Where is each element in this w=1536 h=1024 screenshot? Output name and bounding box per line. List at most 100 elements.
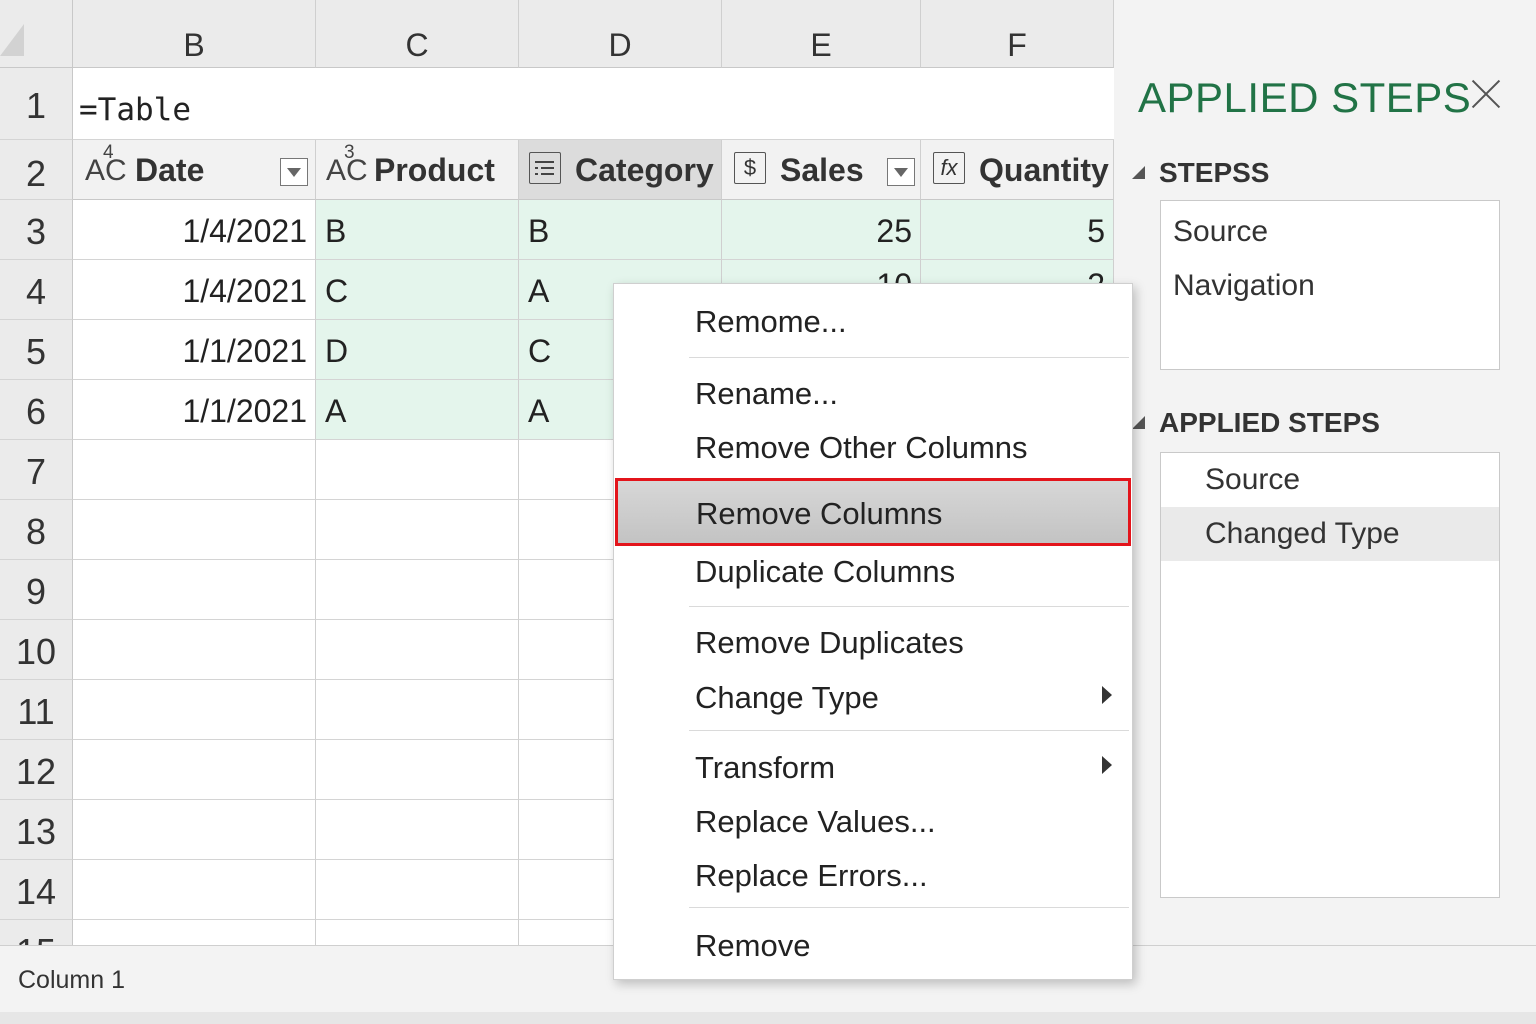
select-all-corner[interactable] xyxy=(0,0,73,68)
text-type-icon[interactable]: A4C xyxy=(85,142,127,188)
menu-item-rename[interactable]: Rename... xyxy=(614,365,1132,419)
row-header-11[interactable]: 11 xyxy=(0,680,73,740)
header-quantity-label: Quantity xyxy=(979,152,1109,188)
submenu-arrow-icon xyxy=(1102,756,1112,774)
menu-item-remome[interactable]: Remome... xyxy=(614,293,1132,347)
filter-dropdown-icon[interactable] xyxy=(280,158,308,186)
row-header-2[interactable]: 2 xyxy=(0,140,73,200)
collapse-triangle-icon[interactable] xyxy=(1132,416,1145,429)
text-type-icon[interactable]: A3C xyxy=(326,142,368,188)
status-text: Column 1 xyxy=(18,966,125,994)
cell-product[interactable]: B xyxy=(316,200,519,260)
menu-item-transform[interactable]: Transform xyxy=(614,739,1132,793)
menu-item-replace-errors[interactable]: Replace Errors... xyxy=(614,847,1132,901)
row-header-6[interactable]: 6 xyxy=(0,380,73,440)
row-header-5[interactable]: 5 xyxy=(0,320,73,380)
empty-cell[interactable] xyxy=(316,860,519,920)
empty-cell[interactable] xyxy=(73,560,316,620)
menu-item-remove[interactable]: Remove xyxy=(614,917,1132,971)
column-header-b[interactable]: B xyxy=(73,0,316,68)
formula-type-icon[interactable]: fx xyxy=(933,152,965,184)
row-header-10[interactable]: 10 xyxy=(0,620,73,680)
section-label: APPLIED STEPS xyxy=(1159,407,1380,438)
menu-item-remove-columns[interactable]: Remove Columns xyxy=(615,478,1131,546)
row-header-15[interactable]: 15 xyxy=(0,920,73,945)
window-bottom-edge xyxy=(0,1012,1536,1024)
header-product[interactable]: A3C Product xyxy=(316,140,519,200)
table-icon[interactable] xyxy=(529,152,561,184)
empty-cell[interactable] xyxy=(73,800,316,860)
currency-type-icon[interactable]: $ xyxy=(734,152,766,184)
empty-cell[interactable] xyxy=(73,920,316,945)
row-header-13[interactable]: 13 xyxy=(0,800,73,860)
section-header-applied-steps[interactable]: APPLIED STEPS xyxy=(1132,407,1380,439)
cell-product[interactable]: C xyxy=(316,260,519,320)
collapse-triangle-icon[interactable] xyxy=(1132,166,1145,179)
row-header-9[interactable]: 9 xyxy=(0,560,73,620)
empty-cell[interactable] xyxy=(316,440,519,500)
cell-date[interactable]: 1/4/2021 xyxy=(73,200,316,260)
header-sales-label: Sales xyxy=(780,152,864,188)
filter-dropdown-icon[interactable] xyxy=(887,158,915,186)
header-product-label: Product xyxy=(374,152,495,188)
empty-cell[interactable] xyxy=(73,860,316,920)
empty-cell[interactable] xyxy=(316,560,519,620)
section-label: STEPSS xyxy=(1159,157,1270,188)
column-header-f[interactable]: F xyxy=(921,0,1114,68)
step-item-source[interactable]: Source xyxy=(1161,205,1499,259)
column-context-menu: Remome... Rename... Remove Other Columns… xyxy=(613,283,1133,980)
row-header-3[interactable]: 3 xyxy=(0,200,73,260)
menu-separator xyxy=(689,730,1129,731)
formula-cell[interactable]: =Table xyxy=(73,68,1114,140)
empty-cell[interactable] xyxy=(316,620,519,680)
empty-cell[interactable] xyxy=(316,740,519,800)
column-header-d[interactable]: D xyxy=(519,0,722,68)
cell-quantity[interactable]: 5 xyxy=(921,200,1114,260)
row-header-14[interactable]: 14 xyxy=(0,860,73,920)
menu-item-remove-other-columns[interactable]: Remove Other Columns xyxy=(614,419,1132,473)
header-category-label: Category xyxy=(575,152,714,188)
section-header-stepss[interactable]: STEPSS xyxy=(1132,157,1269,189)
empty-cell[interactable] xyxy=(316,800,519,860)
step-item-navigation[interactable]: Navigation xyxy=(1161,259,1499,313)
submenu-arrow-icon xyxy=(1102,686,1112,704)
pane-title: APPLIED STEPS xyxy=(1138,74,1472,121)
menu-item-duplicate-columns[interactable]: Duplicate Columns xyxy=(614,543,1132,597)
row-header-4[interactable]: 4 xyxy=(0,260,73,320)
menu-separator xyxy=(689,606,1129,607)
empty-cell[interactable] xyxy=(73,620,316,680)
empty-cell[interactable] xyxy=(316,500,519,560)
stepss-list: Source Navigation xyxy=(1160,200,1500,370)
column-header-c[interactable]: C xyxy=(316,0,519,68)
menu-item-remove-duplicates[interactable]: Remove Duplicates xyxy=(614,614,1132,668)
row-header-7[interactable]: 7 xyxy=(0,440,73,500)
header-sales[interactable]: $ Sales xyxy=(722,140,921,200)
cell-date[interactable]: 1/1/2021 xyxy=(73,380,316,440)
column-header-e[interactable]: E xyxy=(722,0,921,68)
row-header-8[interactable]: 8 xyxy=(0,500,73,560)
cell-date[interactable]: 1/4/2021 xyxy=(73,260,316,320)
cell-product[interactable]: D xyxy=(316,320,519,380)
empty-cell[interactable] xyxy=(316,920,519,945)
header-quantity[interactable]: fx Quantity xyxy=(921,140,1114,200)
applied-steps-list: Source Changed Type xyxy=(1160,452,1500,898)
close-icon[interactable] xyxy=(1466,74,1506,114)
cell-sales[interactable]: 25 xyxy=(722,200,921,260)
menu-separator xyxy=(689,907,1129,908)
row-header-1[interactable]: 1 xyxy=(0,68,73,140)
step-item-changed-type[interactable]: Changed Type xyxy=(1161,507,1499,561)
cell-category[interactable]: B xyxy=(519,200,722,260)
menu-item-replace-values[interactable]: Replace Values... xyxy=(614,793,1132,847)
empty-cell[interactable] xyxy=(73,440,316,500)
header-category[interactable]: Category xyxy=(519,140,722,200)
empty-cell[interactable] xyxy=(73,500,316,560)
empty-cell[interactable] xyxy=(73,680,316,740)
cell-date[interactable]: 1/1/2021 xyxy=(73,320,316,380)
row-header-12[interactable]: 12 xyxy=(0,740,73,800)
menu-item-change-type[interactable]: Change Type xyxy=(614,669,1132,723)
step-item-source[interactable]: Source xyxy=(1161,453,1499,507)
empty-cell[interactable] xyxy=(73,740,316,800)
header-date[interactable]: A4C Date xyxy=(73,140,316,200)
empty-cell[interactable] xyxy=(316,680,519,740)
cell-product[interactable]: A xyxy=(316,380,519,440)
